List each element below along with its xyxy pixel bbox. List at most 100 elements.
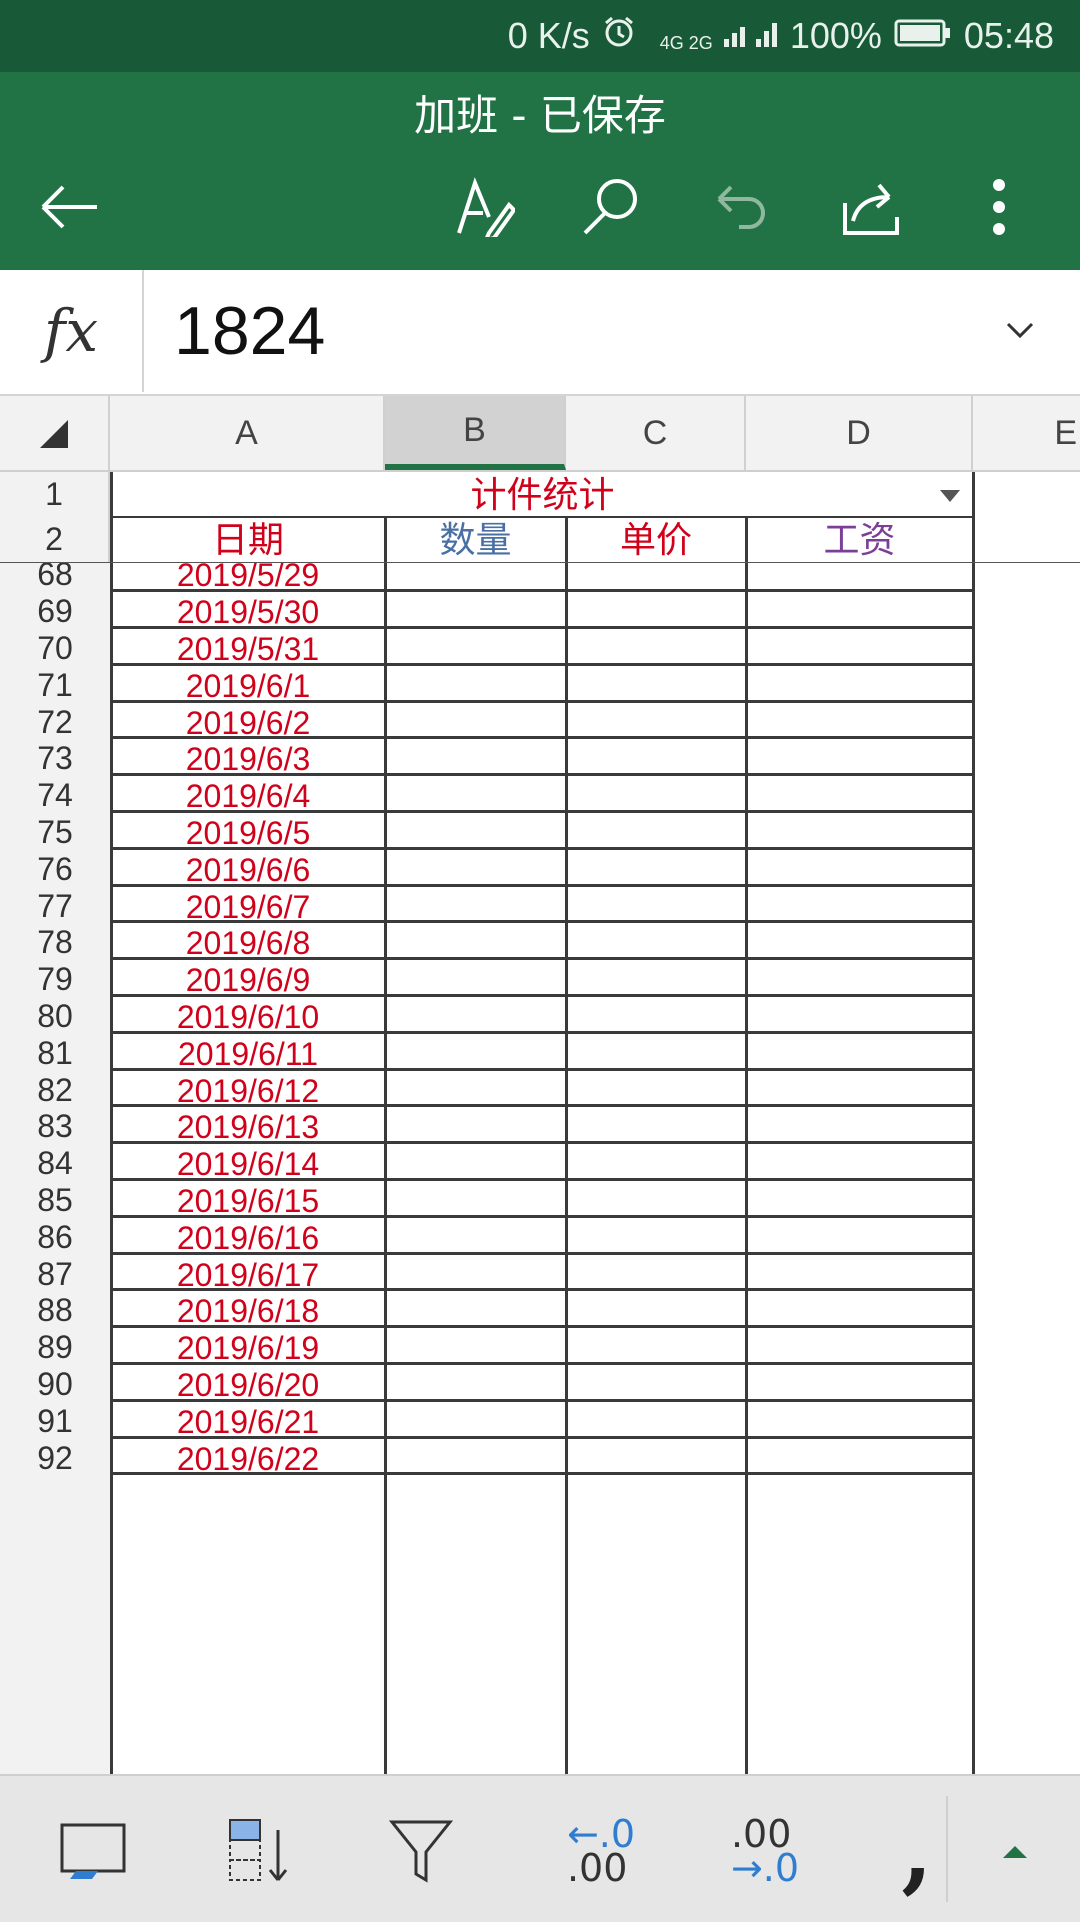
row-number[interactable]: 88 — [0, 1292, 110, 1329]
row-number[interactable]: 75 — [0, 814, 110, 851]
row-number[interactable]: 82 — [0, 1072, 110, 1109]
row-number[interactable]: 78 — [0, 924, 110, 961]
grid-line — [110, 1067, 973, 1071]
comma-style-icon[interactable]: , — [872, 1806, 962, 1896]
grid-line — [110, 472, 113, 1774]
grid-line — [110, 1472, 973, 1476]
back-arrow-icon[interactable] — [34, 172, 104, 242]
status-bar: 0 K/s 4G 2G 100% 05:48 — [0, 0, 1080, 72]
grid-line — [110, 1141, 973, 1145]
alarm-icon — [602, 15, 636, 58]
grid-line — [110, 883, 973, 887]
row-number[interactable]: 72 — [0, 704, 110, 741]
header-cell-date[interactable]: 日期 — [112, 517, 384, 562]
row-number[interactable]: 70 — [0, 630, 110, 667]
search-icon[interactable] — [576, 172, 646, 242]
column-header-b[interactable]: B — [385, 396, 566, 470]
row-number[interactable]: 83 — [0, 1108, 110, 1145]
grid-line — [110, 1362, 973, 1365]
app-bar: 加班 - 已保存 — [0, 72, 1080, 270]
cell-fill-icon[interactable] — [48, 1806, 138, 1896]
grid-line — [110, 846, 973, 850]
row-number[interactable]: 86 — [0, 1219, 110, 1256]
signal-icon: 4G 2G — [648, 19, 778, 54]
formula-bar[interactable]: fx 1824 — [0, 270, 1080, 396]
decrease-decimal-bottom: →.0 — [730, 1846, 800, 1890]
toolbar-divider — [946, 1796, 948, 1902]
row-number[interactable]: 1 — [0, 472, 110, 517]
row-number[interactable]: 91 — [0, 1403, 110, 1440]
row-number[interactable]: 79 — [0, 961, 110, 998]
grid-line — [110, 662, 973, 666]
column-header-a[interactable]: A — [110, 396, 385, 470]
row-number[interactable]: 77 — [0, 888, 110, 925]
frozen-header-rows: 1 2 计件统计 日期 数量 单价 工资 — [0, 472, 1080, 563]
battery-percent: 100% — [789, 15, 882, 56]
net-speed: 0 K/s — [507, 15, 590, 56]
filter-dropdown-icon[interactable] — [928, 480, 972, 510]
grid-line — [110, 626, 973, 629]
grid-line — [110, 589, 973, 593]
share-icon[interactable] — [836, 172, 906, 242]
grid-line — [110, 957, 973, 961]
grid-line — [110, 1325, 973, 1329]
sort-icon[interactable] — [214, 1806, 304, 1896]
grid-line — [110, 1178, 973, 1181]
chevron-down-icon[interactable] — [1000, 310, 1040, 350]
row-number[interactable]: 73 — [0, 740, 110, 777]
column-header-e[interactable]: E — [973, 396, 1080, 470]
draw-icon[interactable] — [450, 172, 520, 242]
document-title: 加班 - 已保存 — [414, 91, 666, 140]
grid-line — [110, 810, 973, 813]
grid-line — [110, 1104, 973, 1108]
header-cell-quantity[interactable]: 数量 — [386, 517, 565, 562]
grid-line — [110, 1214, 973, 1218]
row-number[interactable]: 90 — [0, 1366, 110, 1403]
grid-line — [745, 472, 748, 1774]
header-cell-wage[interactable]: 工资 — [747, 517, 972, 562]
grid-line — [110, 736, 973, 740]
spreadsheet-grid[interactable]: 652019/5/26662019/5/27672019/5/28682019/… — [0, 472, 1080, 1774]
function-icon[interactable]: fx — [0, 270, 144, 392]
grid-line — [110, 1398, 973, 1402]
row-number[interactable]: 87 — [0, 1256, 110, 1293]
grid-line — [110, 1030, 973, 1034]
formula-value[interactable]: 1824 — [174, 292, 325, 370]
grid-line — [110, 773, 973, 777]
row-number[interactable]: 84 — [0, 1145, 110, 1182]
grid-line — [110, 1288, 973, 1292]
more-icon[interactable] — [964, 172, 1034, 242]
increase-decimal-bottom: .00 — [566, 1846, 628, 1890]
undo-icon[interactable] — [706, 172, 776, 242]
row-number[interactable]: 85 — [0, 1182, 110, 1219]
bottom-toolbar: ←.0 .00 .00 →.0 , — [0, 1774, 1080, 1922]
column-header-c[interactable]: C — [566, 396, 746, 470]
row-number[interactable]: 71 — [0, 667, 110, 704]
grid-line — [565, 472, 568, 1774]
column-headers: A B C D E — [0, 396, 1080, 472]
grid-line — [110, 994, 973, 997]
row-number[interactable]: 81 — [0, 1035, 110, 1072]
grid-line — [110, 920, 973, 924]
battery-icon — [894, 15, 952, 57]
row-number[interactable]: 69 — [0, 593, 110, 630]
expand-up-icon[interactable] — [970, 1806, 1060, 1896]
row-number[interactable]: 2 — [0, 517, 110, 562]
column-header-d[interactable]: D — [746, 396, 973, 470]
grid-line — [384, 472, 387, 1774]
decrease-decimal-icon[interactable]: .00 →.0 — [720, 1806, 810, 1896]
row-number[interactable]: 92 — [0, 1440, 110, 1477]
sheet-title-cell[interactable]: 计件统计 — [112, 472, 973, 517]
grid-line — [972, 472, 975, 1774]
grid-line — [110, 1435, 973, 1439]
filter-icon[interactable] — [376, 1806, 466, 1896]
row-number[interactable]: 80 — [0, 998, 110, 1035]
select-all-corner[interactable] — [0, 396, 110, 470]
header-cell-unit-price[interactable]: 单价 — [567, 517, 745, 562]
increase-decimal-icon[interactable]: ←.0 .00 — [556, 1806, 646, 1896]
row-number[interactable]: 74 — [0, 777, 110, 814]
grid-line — [110, 1251, 973, 1255]
row-number[interactable]: 76 — [0, 851, 110, 888]
row-number[interactable]: 89 — [0, 1329, 110, 1366]
grid-line — [110, 699, 973, 703]
